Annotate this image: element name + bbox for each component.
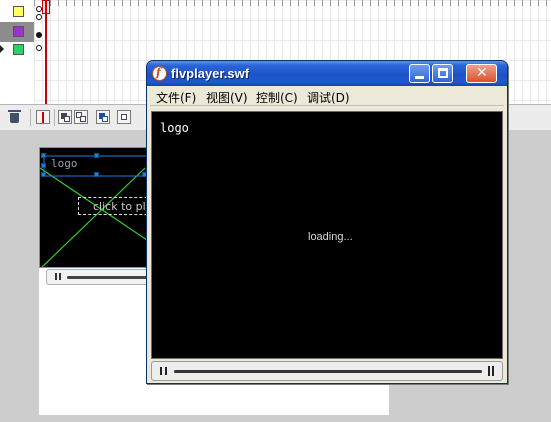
- layer-expand-arrow-icon[interactable]: [0, 45, 4, 53]
- seek-track[interactable]: [174, 370, 482, 373]
- pause-icon[interactable]: [160, 367, 167, 375]
- layer-row-1[interactable]: [0, 2, 34, 22]
- layer-row-2[interactable]: [0, 22, 34, 42]
- menu-control[interactable]: 控制(C): [256, 89, 298, 106]
- center-frame-icon[interactable]: [36, 110, 50, 124]
- menu-view[interactable]: 视图(V): [206, 89, 248, 106]
- layer-row-3[interactable]: [0, 40, 34, 60]
- menu-debug[interactable]: 调试(D): [307, 89, 350, 106]
- flash-app-icon[interactable]: f: [152, 66, 167, 81]
- close-icon: ✕: [476, 65, 488, 81]
- minimize-button[interactable]: [409, 64, 430, 83]
- selection-handle[interactable]: [41, 163, 46, 168]
- maximize-button[interactable]: [432, 64, 453, 83]
- player-logo-text: logo: [160, 121, 189, 135]
- trash-icon[interactable]: [8, 110, 22, 124]
- stage-logo-text[interactable]: logo: [51, 157, 78, 170]
- pause-icon[interactable]: [55, 273, 61, 280]
- video-area[interactable]: logo loading...: [151, 111, 503, 359]
- frame-ruler[interactable]: [34, 0, 551, 6]
- selection-handle[interactable]: [41, 172, 46, 177]
- player-control-bar: [151, 361, 503, 381]
- maximize-icon: [438, 68, 448, 78]
- selection-handle[interactable]: [94, 153, 99, 158]
- modify-markers-icon[interactable]: [117, 110, 131, 124]
- onion-outline-icon[interactable]: [74, 110, 88, 124]
- layer-color-swatch[interactable]: [13, 6, 24, 17]
- window-title: flvplayer.swf: [171, 66, 250, 81]
- volume-icon[interactable]: [488, 366, 494, 376]
- keyframe[interactable]: [36, 45, 42, 51]
- menu-file[interactable]: 文件(F): [156, 89, 196, 106]
- menu-bar: 文件(F) 视图(V) 控制(C) 调试(D): [150, 88, 504, 106]
- edit-multiple-frames-icon[interactable]: [96, 110, 110, 124]
- layer-color-swatch[interactable]: [13, 26, 24, 37]
- keyframe[interactable]: [36, 14, 42, 20]
- selection-handle[interactable]: [94, 172, 99, 177]
- minimize-icon: [415, 76, 424, 79]
- flvplayer-window: f flvplayer.swf ✕ 文件(F) 视图(V) 控制(C) 调试(D…: [146, 60, 508, 384]
- onion-skin-icon[interactable]: [58, 110, 72, 124]
- playhead[interactable]: [45, 0, 47, 104]
- selection-handle[interactable]: [41, 153, 46, 158]
- window-titlebar[interactable]: f flvplayer.swf ✕: [147, 61, 507, 86]
- loading-text: loading...: [308, 231, 353, 243]
- keyframe[interactable]: [36, 32, 42, 38]
- layer-color-swatch[interactable]: [13, 44, 24, 55]
- close-button[interactable]: ✕: [466, 64, 497, 83]
